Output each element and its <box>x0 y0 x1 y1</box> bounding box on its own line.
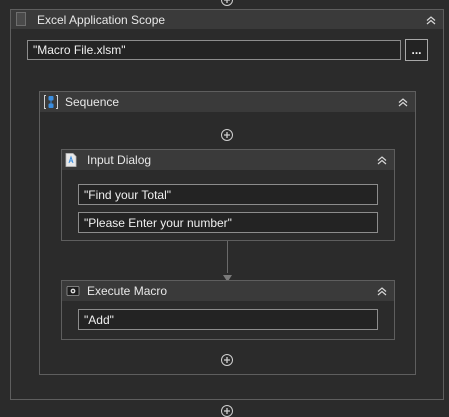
macro-name-field[interactable]: "Add" <box>78 309 378 330</box>
excel-application-scope-header[interactable]: Excel Application Scope <box>11 10 443 29</box>
input-dialog-activity[interactable]: Input Dialog "Find your Total" "Please E… <box>61 149 395 241</box>
input-dialog-title: Input Dialog <box>87 153 152 167</box>
collapse-chevron-icon[interactable] <box>376 285 388 297</box>
sequence-icon <box>43 94 59 110</box>
input-label-field[interactable]: "Please Enter your number" <box>78 212 378 233</box>
add-activity-top-icon[interactable] <box>221 0 233 6</box>
input-dialog-icon <box>65 153 77 167</box>
add-activity-icon[interactable] <box>221 354 233 366</box>
dialog-title-field[interactable]: "Find your Total" <box>78 184 378 205</box>
collapse-chevron-icon[interactable] <box>397 96 409 108</box>
execute-macro-activity[interactable]: Execute Macro "Add" <box>61 280 395 340</box>
input-dialog-header[interactable]: Input Dialog <box>62 150 394 170</box>
excel-icon <box>16 12 26 26</box>
execute-macro-title: Execute Macro <box>87 284 168 298</box>
flow-arrow-icon <box>223 271 232 282</box>
collapse-chevron-icon[interactable] <box>425 14 437 26</box>
execute-macro-icon <box>66 285 80 297</box>
collapse-chevron-icon[interactable] <box>376 154 388 166</box>
sequence-activity[interactable]: Sequence Input Dialog "Find your Total" … <box>39 91 416 375</box>
excel-application-scope-title: Excel Application Scope <box>37 13 166 27</box>
add-activity-bottom-icon[interactable] <box>221 405 233 417</box>
execute-macro-header[interactable]: Execute Macro <box>62 281 394 301</box>
sequence-header[interactable]: Sequence <box>40 92 415 112</box>
add-activity-icon[interactable] <box>221 129 233 141</box>
excel-application-scope-activity[interactable]: Excel Application Scope "Macro File.xlsm… <box>10 9 444 400</box>
workbook-path-field[interactable]: "Macro File.xlsm" <box>27 40 401 60</box>
flow-connector <box>227 241 228 273</box>
browse-button[interactable]: ... <box>405 39 428 61</box>
sequence-title: Sequence <box>65 95 120 109</box>
